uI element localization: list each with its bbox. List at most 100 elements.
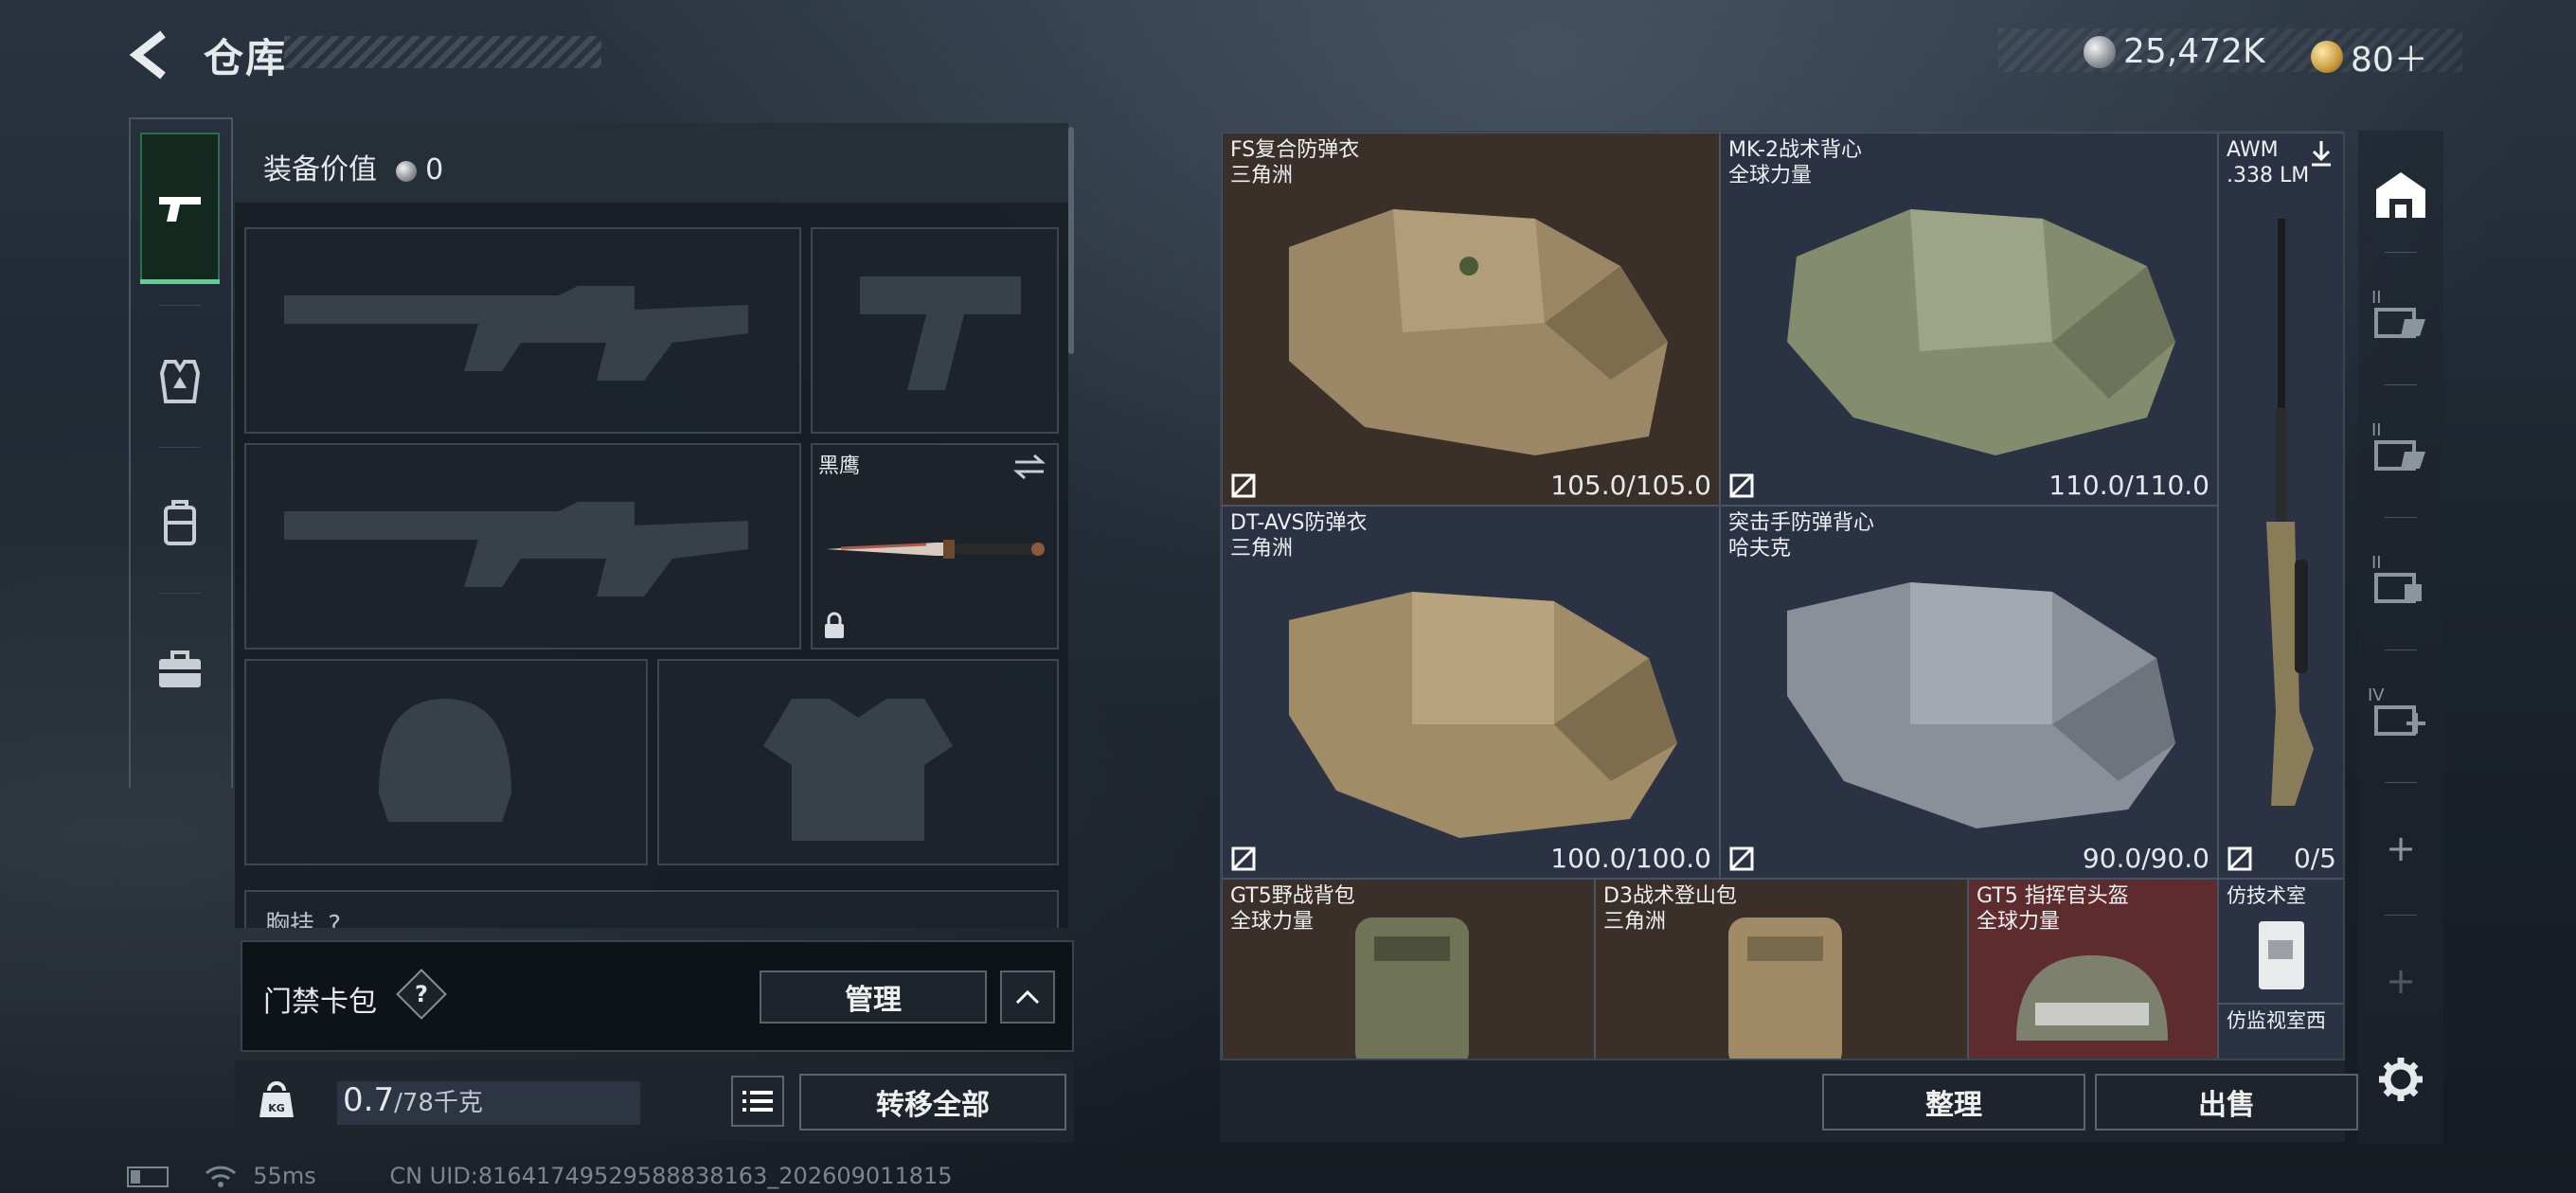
vest-icon xyxy=(159,360,201,403)
weight-capacity: /78千克 xyxy=(394,1089,483,1117)
chevron-up-icon xyxy=(1015,989,1040,1005)
rail-divider xyxy=(2385,384,2417,385)
tier-label: II xyxy=(2371,553,2382,573)
back-arrow-icon xyxy=(129,30,166,80)
add-storage-button-disabled[interactable]: + xyxy=(2358,924,2443,1038)
rail-divider xyxy=(2385,517,2417,518)
tier-label: II xyxy=(2371,420,2382,440)
no-insure-icon xyxy=(1729,473,1754,498)
currency-silver[interactable]: 25,472K xyxy=(2084,32,2265,71)
rifle-silhouette-icon xyxy=(284,286,748,381)
slot-body-armor[interactable] xyxy=(657,659,1059,865)
briefcase-icon xyxy=(159,650,201,687)
pistol-silhouette-icon xyxy=(860,276,1021,390)
inventory-item[interactable]: 仿监视室西 xyxy=(2218,1004,2343,1059)
storage-pages-rail: II II II IV + + xyxy=(2358,131,2443,1144)
equipment-value-header: 装备价值 0 xyxy=(235,123,1068,203)
rail-storage-page[interactable]: II xyxy=(2358,261,2443,375)
item-title: DT-AVS防弹衣 xyxy=(1230,511,1368,535)
battery-icon xyxy=(127,1166,169,1187)
tab-backpack[interactable] xyxy=(140,447,220,598)
slot-pistol[interactable] xyxy=(811,227,1059,434)
equipment-value-label: 装备价值 xyxy=(263,153,377,187)
tactical-vest-image xyxy=(1787,209,2175,455)
inventory-item[interactable]: DT-AVS防弹衣 三角洲 100.0/100.0 xyxy=(1222,506,1720,879)
inventory-item[interactable]: GT5 指挥官头盔 全球力量 xyxy=(1968,879,2218,1059)
sell-button[interactable]: 出售 xyxy=(2095,1074,2358,1131)
category-tabs xyxy=(129,117,233,788)
currency-bar: 25,472K 80＋ xyxy=(1998,28,2462,80)
inventory-actions: 整理 出售 xyxy=(1220,1060,2358,1142)
tab-toolbox[interactable] xyxy=(140,593,220,744)
tab-gear[interactable] xyxy=(140,305,220,456)
inventory-item[interactable]: 仿技术室 xyxy=(2218,879,2343,1004)
page-title: 仓库 xyxy=(204,35,288,81)
tab-weapons[interactable] xyxy=(140,133,220,284)
rail-main-storage[interactable] xyxy=(2358,138,2443,252)
silver-coin-icon xyxy=(2084,35,2116,68)
item-source: 全球力量 xyxy=(1230,910,1315,934)
tier-label: II xyxy=(2371,288,2382,308)
item-name: FS复合防弹衣 三角洲 xyxy=(1230,137,1359,188)
weight-bar: KG 0.7/78千克 转移全部 xyxy=(235,1060,1074,1142)
item-title: GT5野战背包 xyxy=(1230,884,1355,908)
no-insure-icon xyxy=(2227,846,2252,871)
keycard-bag-label: 门禁卡包 xyxy=(263,986,377,1019)
item-durability: 105.0/105.0 xyxy=(1550,470,1711,501)
kettlebell-icon xyxy=(259,1081,294,1117)
add-storage-button[interactable]: + xyxy=(2358,792,2443,905)
knife-image xyxy=(826,540,1045,559)
download-icon[interactable] xyxy=(2308,139,2334,168)
equipment-scrollbar[interactable] xyxy=(1068,127,1074,354)
silver-balance: 25,472K xyxy=(2123,32,2265,71)
manage-button[interactable]: 管理 xyxy=(760,970,987,1024)
melee-name: 黑鹰 xyxy=(818,454,861,478)
currency-gold[interactable]: 80＋ xyxy=(2311,32,2428,81)
item-source: 三角洲 xyxy=(1603,910,1667,934)
item-source: 全球力量 xyxy=(1728,164,1813,187)
rail-storage-page[interactable]: II xyxy=(2358,526,2443,640)
sort-button[interactable]: 整理 xyxy=(1822,1074,2085,1131)
rail-storage-page[interactable]: IV xyxy=(2358,659,2443,773)
slot-melee[interactable]: 黑鹰 xyxy=(811,443,1059,650)
rail-divider xyxy=(2385,782,2417,783)
slot-chest-rig[interactable]: 胸挂 ? xyxy=(244,890,1059,928)
back-button[interactable] xyxy=(123,27,180,83)
inventory-item[interactable]: FS复合防弹衣 三角洲 105.0/105.0 xyxy=(1222,133,1720,506)
inventory-grid: FS复合防弹衣 三角洲 105.0/105.0 MK-2战术背心 全球力量 110.… xyxy=(1220,131,2345,1060)
no-insure-icon xyxy=(1231,473,1256,498)
inventory-item[interactable]: 突击手防弹背心 哈夫克 90.0/90.0 xyxy=(1720,506,2218,879)
item-title: MK-2战术背心 xyxy=(1728,138,1863,162)
slot-primary-weapon-2[interactable] xyxy=(244,443,801,650)
slot-helmet[interactable] xyxy=(244,659,648,865)
transfer-all-button[interactable]: 转移全部 xyxy=(799,1074,1066,1131)
inventory-item[interactable]: D3战术登山包 三角洲 xyxy=(1595,879,1968,1059)
rifle-silhouette-icon xyxy=(284,502,748,596)
inventory-item[interactable]: GT5野战背包 全球力量 xyxy=(1222,879,1595,1059)
item-title: 仿监视室西 xyxy=(2227,1009,2326,1032)
item-title: AWM xyxy=(2227,138,2279,162)
item-name: D3战术登山包 三角洲 xyxy=(1603,883,1737,935)
item-name: AWM .338 LM xyxy=(2227,137,2309,188)
settings-button[interactable] xyxy=(2358,1023,2443,1136)
swap-icon[interactable] xyxy=(1011,453,1047,481)
silver-coin-icon xyxy=(395,160,417,182)
backpack-icon xyxy=(164,500,196,545)
no-insure-icon xyxy=(1231,846,1256,871)
inventory-item[interactable]: MK-2战术背心 全球力量 110.0/110.0 xyxy=(1720,133,2218,506)
helmet-image xyxy=(2016,955,2168,1041)
equipment-value: 装备价值 0 xyxy=(263,146,443,187)
slot-primary-weapon-1[interactable] xyxy=(244,227,801,434)
collapse-button[interactable] xyxy=(1000,970,1055,1024)
helmet-silhouette-icon xyxy=(379,699,511,822)
weight-readout: 0.7/78千克 xyxy=(337,1081,640,1125)
armor-vest-image xyxy=(1289,209,1668,455)
item-title: FS复合防弹衣 xyxy=(1230,138,1360,162)
inventory-item[interactable]: AWM .338 LM 0/5 xyxy=(2218,133,2343,879)
item-source: .338 LM xyxy=(2227,164,2310,187)
rail-storage-page[interactable]: II xyxy=(2358,394,2443,507)
title-decoration xyxy=(284,36,601,68)
item-name: MK-2战术背心 全球力量 xyxy=(1728,137,1862,188)
item-name: GT5野战背包 全球力量 xyxy=(1230,883,1355,935)
list-view-button[interactable] xyxy=(731,1076,784,1127)
